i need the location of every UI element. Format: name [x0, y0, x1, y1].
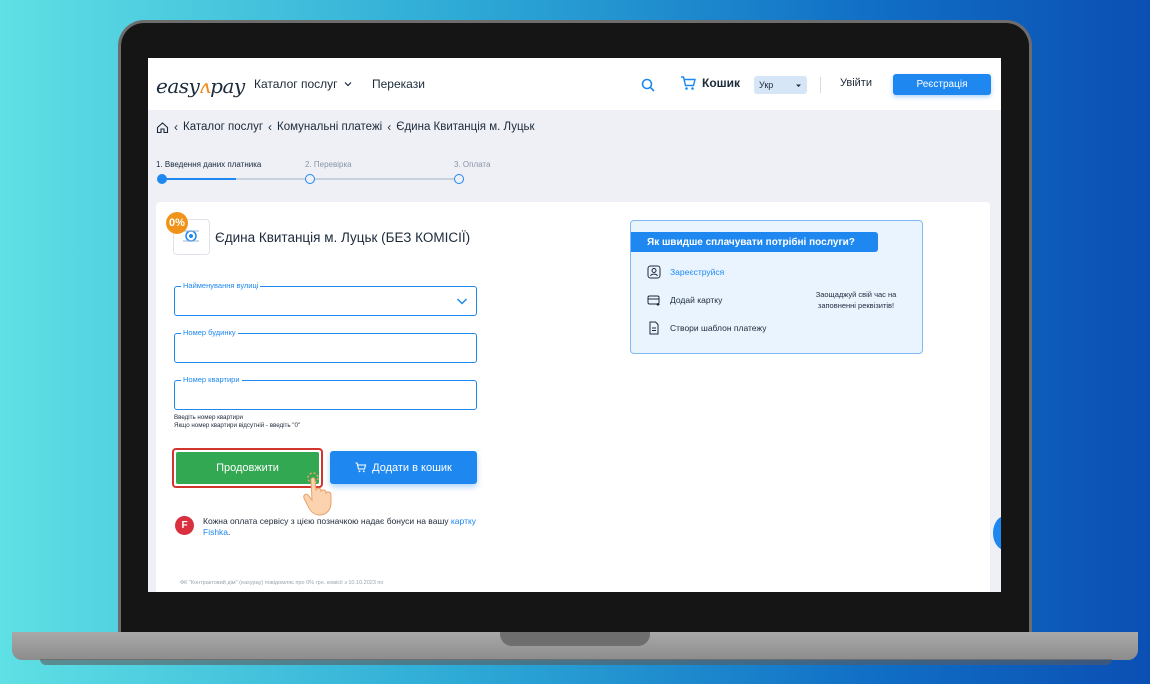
service-title: Єдина Квитанція м. Луцьк (БЕЗ КОМІСІЇ): [215, 230, 471, 245]
nav-catalog-label: Каталог послуг: [254, 77, 338, 91]
step-1-dot: [157, 174, 167, 184]
fishka-note: Кожна оплата сервісу з цією позначкою на…: [203, 516, 483, 538]
promo-add-card-row: Додай картку: [647, 293, 722, 307]
chevron-left-icon: ‹: [387, 120, 392, 134]
document-icon: [649, 321, 659, 335]
fishka-note-text: Кожна оплата сервісу з цією позначкою на…: [203, 516, 449, 526]
laptop-base-shadow: [40, 659, 1112, 665]
chevron-down-icon[interactable]: [456, 295, 468, 307]
nav-transfers[interactable]: Перекази: [372, 77, 425, 91]
step-2-dot: [305, 174, 315, 184]
promo-note: Заощаджуй свій час на заповненні реквізи…: [815, 290, 897, 310]
chevron-down-icon: [344, 82, 351, 87]
easypay-logo[interactable]: easyʌpay: [156, 74, 245, 98]
language-select[interactable]: Укр: [754, 76, 807, 94]
nav-catalog[interactable]: Каталог послуг: [254, 77, 353, 91]
apartment-number-field[interactable]: Номер квартири: [174, 375, 477, 410]
chevron-left-icon: ‹: [268, 120, 273, 134]
cart-icon: [681, 76, 696, 90]
logo-text-easy: easy: [156, 74, 200, 98]
cart-icon: [355, 462, 367, 473]
step-1-label: 1. Введення даних платника: [156, 160, 262, 169]
step-2-label: 2. Перевірка: [305, 160, 352, 169]
house-number-field[interactable]: Номер будинку: [174, 328, 477, 363]
chevron-left-icon: ‹: [174, 120, 178, 134]
user-icon: [647, 265, 661, 279]
promo-add-card-label: Додай картку: [670, 295, 723, 305]
apartment-number-label: Номер квартири: [181, 375, 242, 384]
browser-screen: easyʌpay Каталог послуг Перекази Кошик У…: [148, 58, 1001, 592]
promo-register-link[interactable]: Зареєструйся: [670, 267, 724, 277]
nav-transfers-label: Перекази: [372, 77, 425, 91]
cart-label: Кошик: [702, 76, 741, 90]
step-3-dot: [454, 174, 464, 184]
promo-template-row: Створи шаблон платежу: [647, 321, 766, 335]
step-track-progress: [164, 178, 236, 180]
promo-template-label: Створи шаблон платежу: [670, 323, 767, 333]
site-header: easyʌpay Каталог послуг Перекази Кошик У…: [148, 58, 1001, 110]
continue-button[interactable]: Продовжити: [176, 452, 319, 484]
laptop-notch: [500, 632, 650, 646]
street-select[interactable]: Найменування вулиці: [174, 281, 477, 316]
fishka-icon: F: [175, 516, 194, 535]
card-icon: [647, 295, 660, 306]
register-button[interactable]: Реєстрація: [893, 74, 991, 95]
breadcrumb: ‹ Каталог послуг ‹ Комунальні платежі ‹ …: [156, 120, 535, 134]
house-number-label: Номер будинку: [181, 328, 238, 337]
login-link[interactable]: Увійти: [840, 77, 872, 89]
promo-panel: Як швидше сплачувати потрібні послуги? З…: [630, 220, 923, 354]
promo-register-row[interactable]: Зареєструйся: [647, 265, 724, 279]
caret-down-icon: [796, 84, 801, 87]
language-value: Укр: [759, 80, 774, 90]
apartment-hint-line-2: Якщо номер квартири відсутній - введіть …: [174, 421, 301, 429]
logo-text-pay: pay: [210, 74, 245, 98]
pointing-hand-icon: [303, 472, 332, 516]
home-icon[interactable]: [156, 121, 169, 134]
step-3-label: 3. Оплата: [454, 160, 491, 169]
street-label: Найменування вулиці: [181, 281, 261, 290]
fishka-note-tail: .: [228, 527, 231, 537]
search-icon[interactable]: [640, 77, 656, 93]
breadcrumb-item-catalog[interactable]: Каталог послуг: [183, 121, 263, 133]
progress-steps: 1. Введення даних платника 2. Перевірка …: [156, 158, 501, 188]
logo-figure-icon: ʌ: [199, 74, 211, 98]
add-to-cart-label: Додати в кошик: [372, 461, 452, 474]
apartment-hint-line-1: Введіть номер квартири: [174, 414, 243, 421]
promo-title: Як швидше сплачувати потрібні послуги?: [631, 232, 878, 252]
apartment-hint: Введіть номер квартири Якщо номер кварти…: [174, 414, 300, 429]
breadcrumb-item-current: Єдина Квитанція м. Луцьк: [396, 121, 535, 133]
disclaimer-text: ФК "Контрактовий дім" (easypay) повідомл…: [180, 580, 384, 586]
header-cart[interactable]: Кошик: [680, 75, 740, 91]
header-divider: [820, 77, 821, 93]
zero-commission-badge: 0%: [166, 212, 188, 234]
add-to-cart-button[interactable]: Додати в кошик: [330, 451, 477, 484]
breadcrumb-item-utilities[interactable]: Комунальні платежі: [277, 121, 382, 133]
